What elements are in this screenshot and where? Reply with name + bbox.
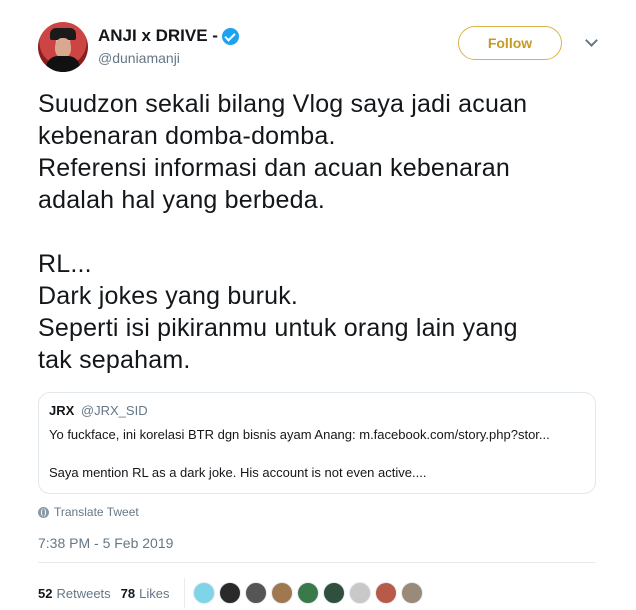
liker-avatar[interactable] bbox=[270, 582, 293, 604]
translate-label: Translate Tweet bbox=[54, 505, 139, 519]
liker-avatar[interactable] bbox=[322, 582, 345, 604]
quoted-text-line: Saya mention RL as a dark joke. His acco… bbox=[49, 465, 427, 480]
quoted-author-name: JRX bbox=[49, 403, 75, 418]
tweet-stats: 52 Retweets 78 Likes bbox=[38, 578, 427, 608]
author-name-block[interactable]: ANJI x DRIVE - @duniamanji bbox=[98, 26, 239, 66]
liker-avatar[interactable] bbox=[296, 582, 319, 604]
stats-separator bbox=[183, 578, 185, 608]
quoted-author-handle: @JRX_SID bbox=[80, 403, 148, 418]
liker-avatar[interactable] bbox=[348, 582, 371, 604]
author-avatar[interactable] bbox=[38, 22, 88, 72]
quoted-tweet[interactable]: JRX @JRX_SID Yo fuckface, ini korelasi B… bbox=[38, 392, 596, 494]
translate-tweet-link[interactable]: Translate Tweet bbox=[38, 505, 139, 519]
chevron-down-icon[interactable] bbox=[586, 36, 596, 46]
retweets-count: 52 bbox=[38, 585, 53, 601]
liker-avatars bbox=[192, 582, 427, 604]
globe-icon bbox=[38, 506, 49, 518]
tweet-timestamp[interactable]: 7:38 PM - 5 Feb 2019 bbox=[38, 535, 173, 551]
tweet-text: Suudzon sekali bilang Vlog saya jadi acu… bbox=[38, 90, 528, 374]
retweets-label: Retweets bbox=[56, 585, 111, 601]
liker-avatar[interactable] bbox=[374, 582, 397, 604]
liker-avatar[interactable] bbox=[400, 582, 423, 604]
verified-badge-icon bbox=[221, 27, 239, 45]
retweets-stat[interactable]: 52 Retweets bbox=[38, 586, 111, 601]
liker-avatar[interactable] bbox=[192, 582, 215, 604]
author-handle[interactable]: @duniamanji bbox=[98, 50, 239, 66]
quoted-text-line: Yo fuckface, ini korelasi BTR dgn bisnis… bbox=[49, 427, 550, 442]
avatar-body bbox=[46, 56, 80, 72]
likes-stat[interactable]: 78 Likes bbox=[121, 586, 170, 601]
likes-count: 78 bbox=[120, 585, 136, 601]
tweet-header: ANJI x DRIVE - @duniamanji Follow bbox=[38, 22, 608, 74]
avatar-face bbox=[55, 38, 71, 58]
author-display-name[interactable]: ANJI x DRIVE - bbox=[98, 26, 218, 46]
liker-avatar[interactable] bbox=[218, 582, 241, 604]
follow-button[interactable]: Follow bbox=[458, 26, 562, 60]
divider bbox=[38, 562, 596, 563]
liker-avatar[interactable] bbox=[244, 582, 267, 604]
likes-label: Likes bbox=[139, 585, 170, 601]
